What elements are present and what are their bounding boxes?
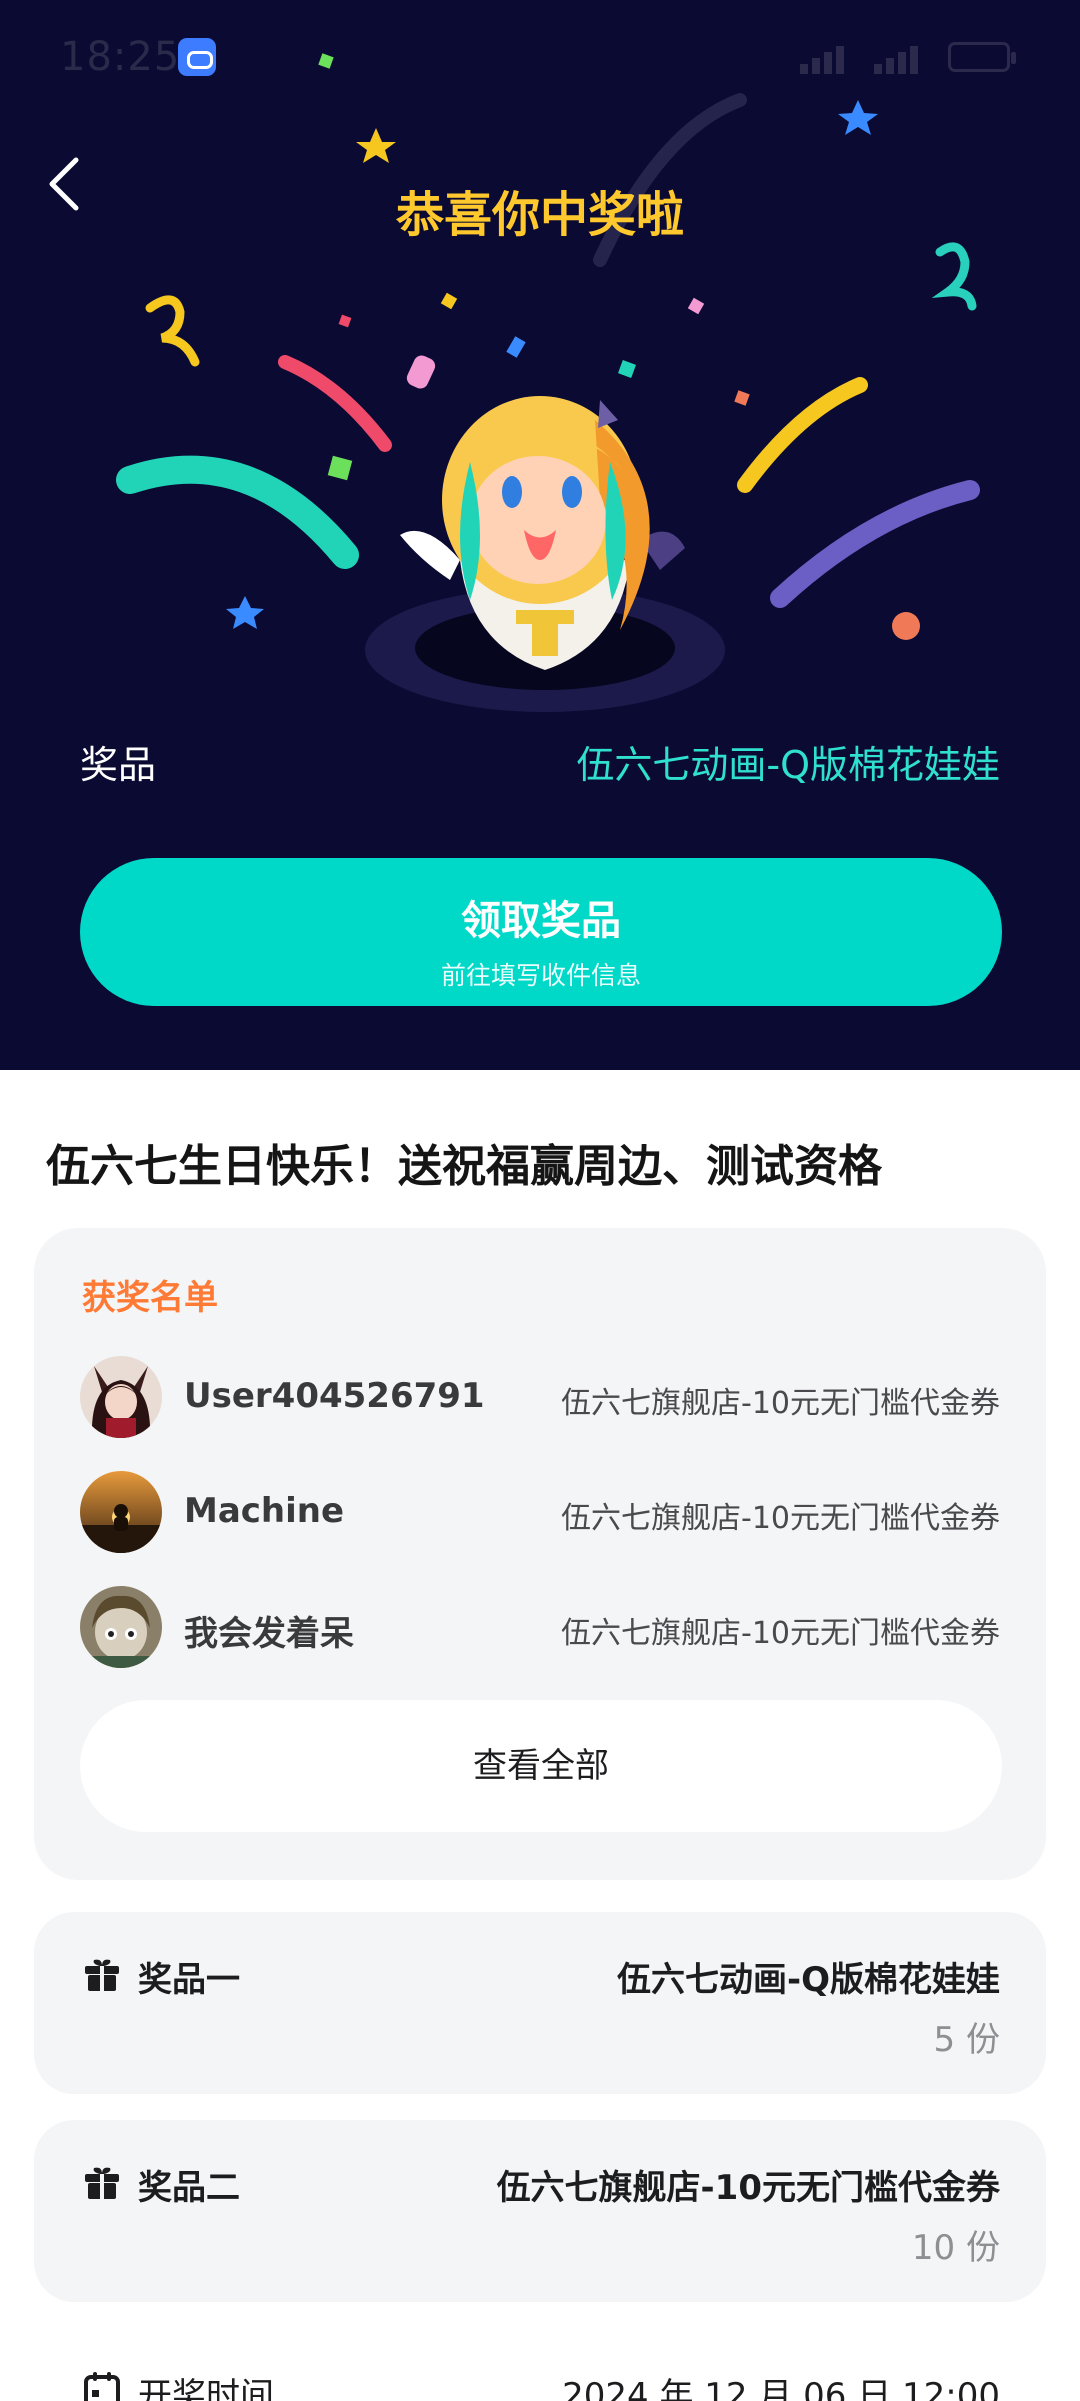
- winner-prize: 伍六七旗舰店-10元无门槛代金券: [561, 1501, 1000, 1536]
- draw-time-label: 开奖时间: [138, 2376, 274, 2401]
- winner-name: User404526791: [184, 1376, 485, 1416]
- winner-prize: 伍六七旗舰店-10元无门槛代金券: [561, 1386, 1000, 1421]
- winner-name: 我会发着呆: [184, 1614, 354, 1654]
- winner-row: Machine 伍六七旗舰店-10元无门槛代金券: [80, 1471, 1000, 1553]
- prize-value: 伍六七动画-Q版棉花娃娃: [576, 743, 1000, 787]
- prize-card-label: 奖品一: [138, 1960, 240, 2000]
- gift-icon: [85, 2167, 119, 2199]
- winner-name: Machine: [184, 1491, 345, 1531]
- prize-card: 奖品二 伍六七旗舰店-10元无门槛代金券 10 份: [34, 2120, 1046, 2302]
- avatar: [80, 1356, 162, 1438]
- winners-card: 获奖名单 User404526791 伍六七旗舰店-10元无门槛代金券 Mach…: [34, 1228, 1046, 1880]
- gift-icon: [85, 1959, 119, 1991]
- prize-card-count: 5 份: [933, 2020, 1000, 2060]
- claim-button-label: 领取奖品: [461, 898, 621, 944]
- claim-button-sublabel: 前往填写收件信息: [440, 961, 641, 990]
- page-title: 恭喜你中奖啦: [395, 187, 684, 243]
- avatar: [80, 1471, 162, 1553]
- calendar-icon: [84, 2372, 120, 2401]
- view-all-button[interactable]: 查看全部: [80, 1700, 1002, 1832]
- winners-heading: 获奖名单: [82, 1278, 218, 1318]
- claim-prize-button[interactable]: 领取奖品 前往填写收件信息: [80, 858, 1002, 1006]
- prize-card-label: 奖品二: [138, 2168, 240, 2208]
- prize-card-name: 伍六七旗舰店-10元无门槛代金券: [496, 2168, 1000, 2208]
- prize-card: 奖品一 伍六七动画-Q版棉花娃娃 5 份: [34, 1912, 1046, 2094]
- winner-row: 我会发着呆 伍六七旗舰店-10元无门槛代金券: [80, 1586, 1000, 1668]
- prize-card-count: 10 份: [911, 2228, 1000, 2268]
- prize-hero: 18:25 恭喜你中奖啦 奖品 伍六七动画-Q版棉花娃娃 领取奖品 前往填写收件…: [0, 0, 1080, 1070]
- prize-card-name: 伍六七动画-Q版棉花娃娃: [616, 1960, 1000, 2000]
- draw-time-value: 2024 年 12 月 06 日 12:00: [562, 2376, 1000, 2401]
- winner-prize: 伍六七旗舰店-10元无门槛代金券: [561, 1616, 1000, 1651]
- draw-time-row: 开奖时间 2024 年 12 月 06 日 12:00: [34, 2362, 1046, 2401]
- celebration-illustration: [116, 53, 980, 712]
- event-title: 伍六七生日快乐！送祝福赢周边、测试资格: [46, 1141, 882, 1192]
- avatar: [80, 1586, 162, 1668]
- winner-row: User404526791 伍六七旗舰店-10元无门槛代金券: [80, 1356, 1000, 1438]
- prize-label: 奖品: [80, 743, 157, 787]
